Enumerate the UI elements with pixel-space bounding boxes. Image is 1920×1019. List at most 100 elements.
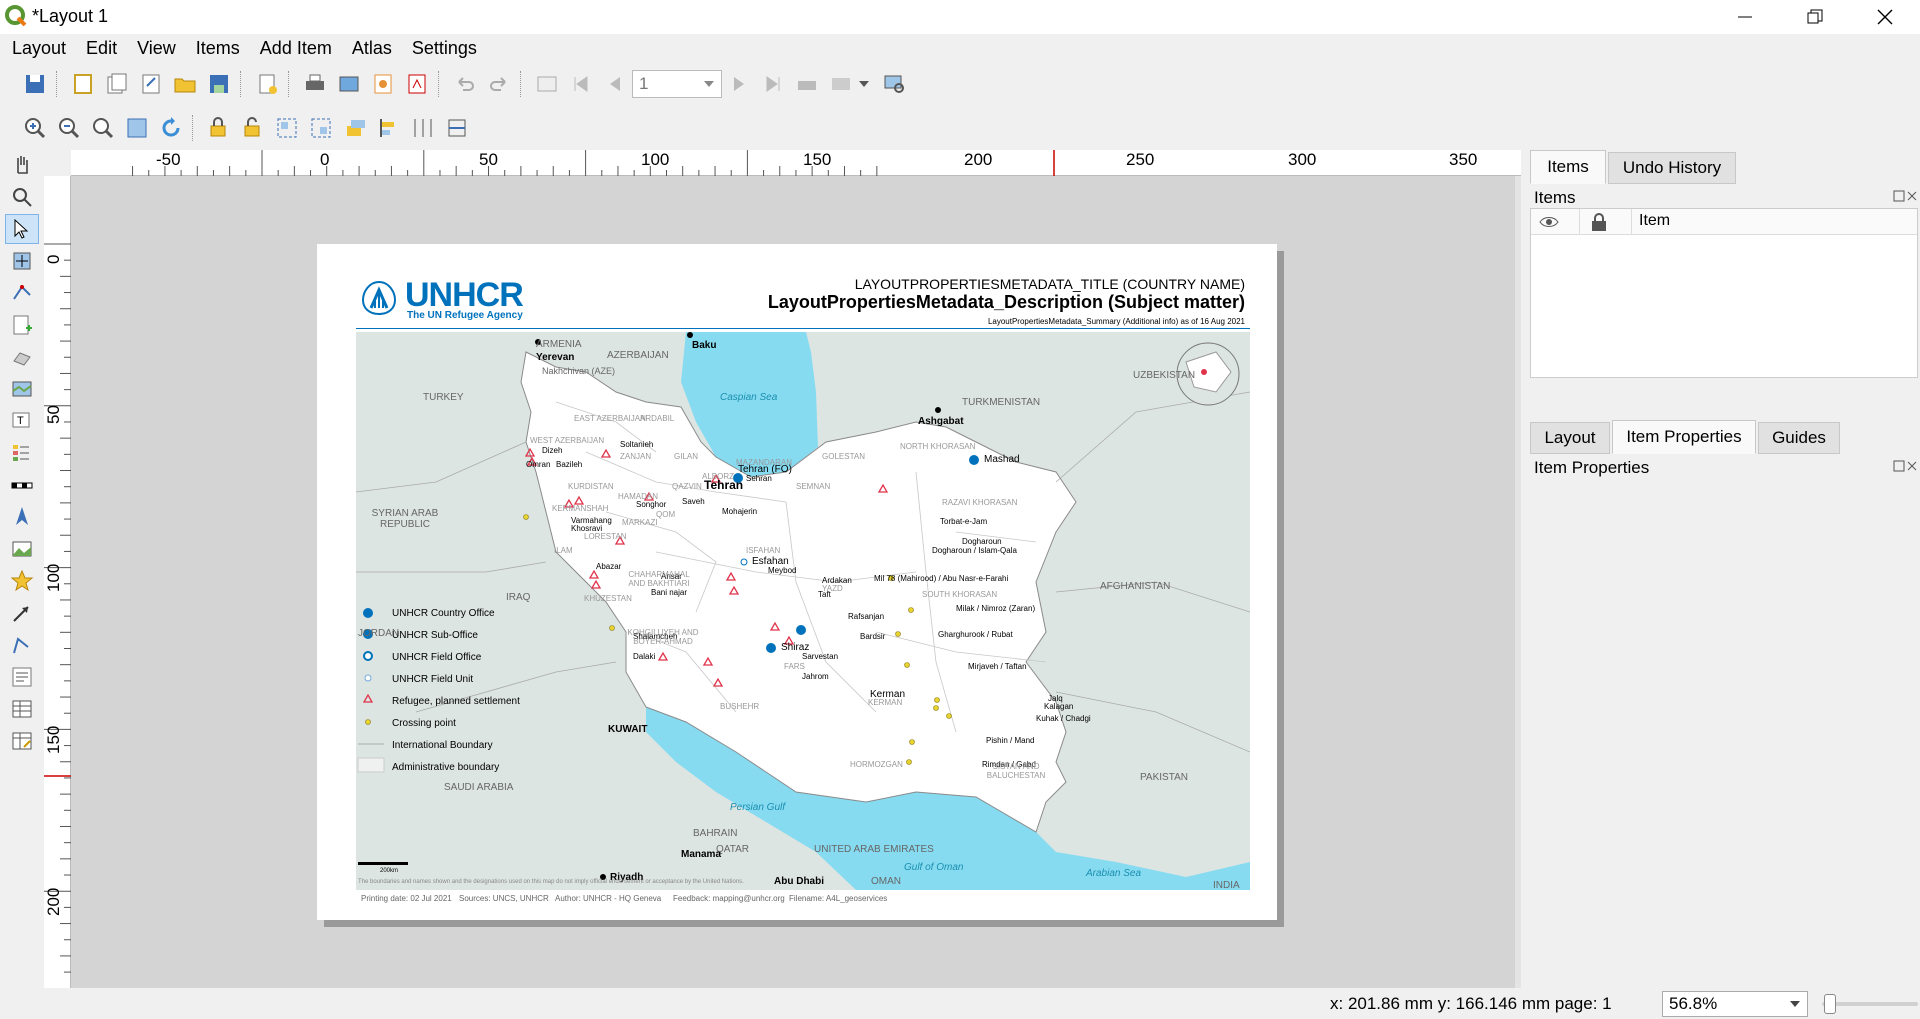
items-tree[interactable]: Item <box>1530 208 1918 378</box>
add-north-arrow-tool[interactable] <box>5 502 39 532</box>
raise-items-button[interactable] <box>340 113 370 143</box>
zoom-in-button[interactable] <box>20 113 50 143</box>
edit-nodes-icon <box>13 285 31 300</box>
add-arrow-tool[interactable] <box>5 598 39 628</box>
city-label: Soltanieh <box>620 440 654 449</box>
menu-add-item[interactable]: Add Item <box>248 36 340 64</box>
country-label: AZERBAIJAN <box>607 350 669 361</box>
tab-items[interactable]: Items <box>1530 150 1606 184</box>
group-items-button[interactable] <box>272 113 302 143</box>
map-zoom-icon <box>884 75 904 93</box>
layout-manager-button[interactable] <box>136 69 166 99</box>
add-legend-tool[interactable] <box>5 438 39 468</box>
toolbar-separator <box>240 71 246 97</box>
first-feature-button[interactable] <box>566 69 596 99</box>
restore-button[interactable] <box>1780 0 1850 34</box>
resize-icon <box>448 119 466 137</box>
province-label: GILAN <box>674 452 699 461</box>
legend-item: Refugee, planned settlement <box>392 696 520 707</box>
menu-items[interactable]: Items <box>184 36 248 64</box>
tab-layout[interactable]: Layout <box>1530 422 1610 454</box>
zoom-to-page-button[interactable] <box>880 69 910 99</box>
city-label: Dalaki <box>633 652 656 661</box>
zoom-out-button[interactable] <box>54 113 84 143</box>
redo-button[interactable] <box>484 69 514 99</box>
edit-nodes-tool[interactable] <box>5 278 39 308</box>
new-page-icon <box>259 74 277 94</box>
add-map-tool[interactable] <box>5 374 39 404</box>
chevron-down-icon[interactable] <box>858 80 870 88</box>
ungroup-items-button[interactable] <box>306 113 336 143</box>
zoom-actual-button[interactable] <box>88 113 118 143</box>
previous-feature-button[interactable] <box>600 69 630 99</box>
zoom-slider-handle[interactable] <box>1824 994 1836 1014</box>
menu-settings[interactable]: Settings <box>400 36 485 64</box>
close-button[interactable] <box>1850 0 1920 34</box>
export-atlas-button[interactable] <box>826 69 856 99</box>
province-label: ARDABIL <box>640 414 675 423</box>
province-label: QAZVIN <box>672 482 702 491</box>
minimize-button[interactable] <box>1710 0 1780 34</box>
panel-float-close-icon[interactable] <box>1893 460 1919 472</box>
export-pdf-button[interactable] <box>402 69 432 99</box>
new-layout-button[interactable] <box>68 69 98 99</box>
html-frame-icon <box>12 667 32 687</box>
folder-icon <box>174 78 196 93</box>
refresh-button[interactable] <box>156 113 186 143</box>
page-setup-button[interactable] <box>252 69 282 99</box>
export-image-button[interactable] <box>334 69 364 99</box>
add-html-tool[interactable] <box>5 662 39 692</box>
add-node-item-tool[interactable] <box>5 630 39 660</box>
add-pages-tool[interactable] <box>5 310 39 340</box>
zoom-slider[interactable] <box>1822 1002 1918 1006</box>
menu-view[interactable]: View <box>125 36 184 64</box>
lock-items-button[interactable] <box>204 113 234 143</box>
atlas-settings-button[interactable] <box>532 69 562 99</box>
menu-edit[interactable]: Edit <box>74 36 125 64</box>
pan-tool[interactable] <box>5 150 39 180</box>
distribute-button[interactable] <box>408 113 438 143</box>
move-content-tool[interactable] <box>5 246 39 276</box>
open-template-button[interactable] <box>170 69 200 99</box>
export-svg-button[interactable] <box>368 69 398 99</box>
tab-undo-history[interactable]: Undo History <box>1608 152 1736 184</box>
zoom-value: 56.8% <box>1669 994 1718 1013</box>
add-shape-tool[interactable] <box>5 566 39 596</box>
map-item[interactable]: TURKEY AZERBAIJAN TURKMENISTAN UZBEKISTA… <box>356 332 1250 890</box>
zoom-full-button[interactable] <box>122 113 152 143</box>
print-atlas-button[interactable] <box>792 69 822 99</box>
legend-item: Administrative boundary <box>392 762 500 773</box>
align-left-button[interactable] <box>374 113 404 143</box>
tab-item-properties[interactable]: Item Properties <box>1612 420 1756 454</box>
province-label: GOLESTAN <box>822 452 865 461</box>
province-label: ALBORZ <box>702 472 735 481</box>
add-scalebar-tool[interactable] <box>5 470 39 500</box>
save-button[interactable] <box>20 69 50 99</box>
next-feature-button[interactable] <box>724 69 754 99</box>
select-move-tool[interactable] <box>5 214 39 244</box>
resize-button[interactable] <box>442 113 472 143</box>
menu-atlas[interactable]: Atlas <box>340 36 400 64</box>
print-button[interactable] <box>300 69 330 99</box>
save-template-button[interactable] <box>204 69 234 99</box>
arrow-icon <box>13 606 29 622</box>
add-3d-map-tool[interactable] <box>5 342 39 372</box>
lock-icon <box>210 117 226 137</box>
add-picture-tool[interactable] <box>5 534 39 564</box>
zoom-tool[interactable] <box>5 182 39 212</box>
undo-button[interactable] <box>450 69 480 99</box>
panel-float-close-icon[interactable] <box>1893 190 1919 202</box>
menu-layout[interactable]: Layout <box>0 36 74 64</box>
add-label-tool[interactable]: T <box>5 406 39 436</box>
last-feature-button[interactable] <box>758 69 788 99</box>
atlas-page-combo[interactable]: 1 <box>632 70 722 98</box>
duplicate-layout-button[interactable] <box>102 69 132 99</box>
unlock-items-button[interactable] <box>238 113 268 143</box>
vertical-scrollbar[interactable] <box>1515 176 1521 988</box>
zoom-combo[interactable]: 56.8% <box>1662 991 1808 1017</box>
add-attribute-table-tool[interactable] <box>5 694 39 724</box>
toolbar-separator <box>520 71 526 97</box>
add-fixed-table-tool[interactable] <box>5 726 39 756</box>
province-label: KURDISTAN <box>568 482 614 491</box>
tab-guides[interactable]: Guides <box>1758 422 1840 454</box>
